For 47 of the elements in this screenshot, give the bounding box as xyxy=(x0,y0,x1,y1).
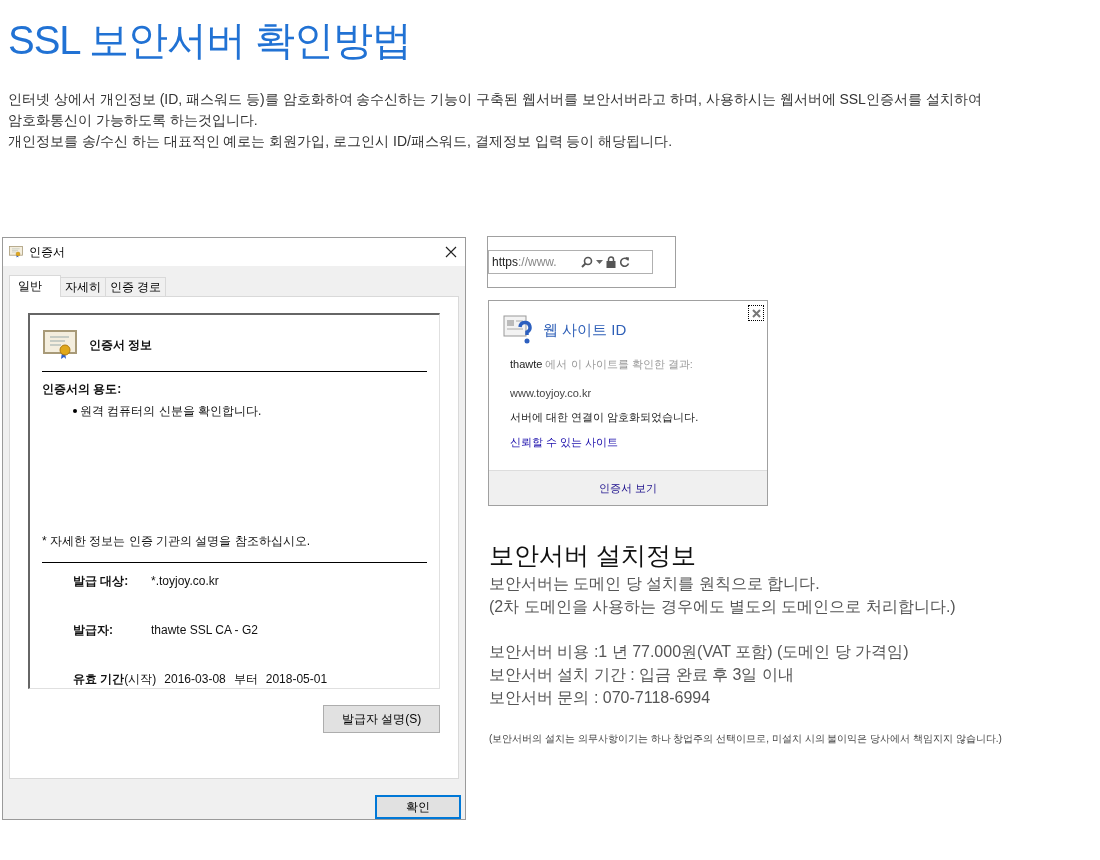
info-text: (2차 도메인을 사용하는 경우에도 별도의 도메인으로 처리합니다.) xyxy=(489,597,957,617)
popup-title: 웹 사이트 ID xyxy=(543,319,627,340)
info-text: 보안서버 문의 : 070-7118-6994 xyxy=(489,688,712,708)
dialog-tab[interactable]: 일반 xyxy=(9,274,61,297)
search-icon[interactable] xyxy=(581,256,593,268)
section-heading: 보안서버 설치정보 xyxy=(489,540,697,571)
lock-icon[interactable] xyxy=(606,256,616,268)
page-question-icon xyxy=(503,315,535,345)
issuer-statement-button[interactable]: 발급자 설명(S) xyxy=(323,704,440,733)
dialog-tab[interactable]: 인증 경로 xyxy=(105,276,167,297)
address-bar[interactable]: https://www. xyxy=(488,250,653,274)
footnote-text: (보안서버의 설치는 의무사항이기는 하나 창업주의 선택이므로, 미설치 시의 불이익은 당사에서 책임지지 않습니다.) xyxy=(489,732,1002,746)
page-title: SSL 보안서버 확인방법 xyxy=(8,17,412,64)
validity-end: 2018-05-01 xyxy=(265,670,328,688)
site-domain: www.toyjoy.co.kr xyxy=(510,385,593,401)
intro-text: 암호화통신이 가능하도록 하는것입니다. xyxy=(8,111,259,130)
field-value: *.toyjoy.co.kr xyxy=(151,572,219,590)
validity-start: 2016-03-08 xyxy=(164,670,226,688)
close-icon[interactable] xyxy=(445,245,457,258)
purpose-item: 원격 컴퓨터의 신분을 확인합니다. xyxy=(80,402,262,420)
url-text: https://www. xyxy=(492,254,558,271)
info-text: 보안서버는 도메인 당 설치를 원칙으로 합니다. xyxy=(489,574,821,594)
field-label: 발급 대상: xyxy=(73,572,130,590)
close-button[interactable] xyxy=(748,305,764,321)
close-icon xyxy=(751,308,761,318)
bullet-icon xyxy=(73,408,77,413)
validity-label: 유효 기간(시작) xyxy=(73,670,157,688)
purpose-label: 인증서의 용도: xyxy=(42,380,123,398)
info-text: 보안서버 비용 :1 년 77.000원(VAT 포함) (도메인 당 가격임) xyxy=(489,642,910,662)
ok-button[interactable]: 확인 xyxy=(375,795,461,819)
dialog-title: 인증서 xyxy=(29,243,65,261)
info-heading: 인증서 정보 xyxy=(89,336,153,354)
intro-text: 인터넷 상에서 개인정보 (ID, 패스워드 등)를 암호화하여 송수신하는 기능이 구축된 웹서버를 보안서버라고 하며, 사용하시는 웹서버에 SSL인증서를 설치하여 xyxy=(8,90,982,109)
validity-separator: 부터 xyxy=(233,670,258,688)
caret-icon[interactable] xyxy=(596,260,603,264)
verification-text: thawte 에서 이 사이트를 확인한 결과: xyxy=(510,357,694,372)
refresh-icon[interactable] xyxy=(619,256,630,268)
certificate-icon xyxy=(43,329,77,360)
field-label: 발급자: xyxy=(73,621,114,639)
intro-text: 개인정보를 송/수신 하는 대표적인 예로는 회원가입, 로그인시 ID/패스워드, 결제정보 입력 등이 해당됩니다. xyxy=(8,132,674,151)
info-note: * 자세한 정보는 인증 기관의 설명을 참조하십시오. xyxy=(42,532,311,550)
certificate-icon xyxy=(9,245,23,258)
trusted-site-link[interactable]: 신뢰할 수 있는 사이트 xyxy=(510,433,619,450)
encryption-status: 서버에 대한 연결이 암호화되었습니다. xyxy=(510,410,700,425)
info-text: 보안서버 설치 기간 : 입금 완료 후 3일 이내 xyxy=(489,665,795,685)
view-certificate-button[interactable]: 인증서 보기 xyxy=(489,470,767,505)
field-value: thawte SSL CA - G2 xyxy=(151,621,258,639)
